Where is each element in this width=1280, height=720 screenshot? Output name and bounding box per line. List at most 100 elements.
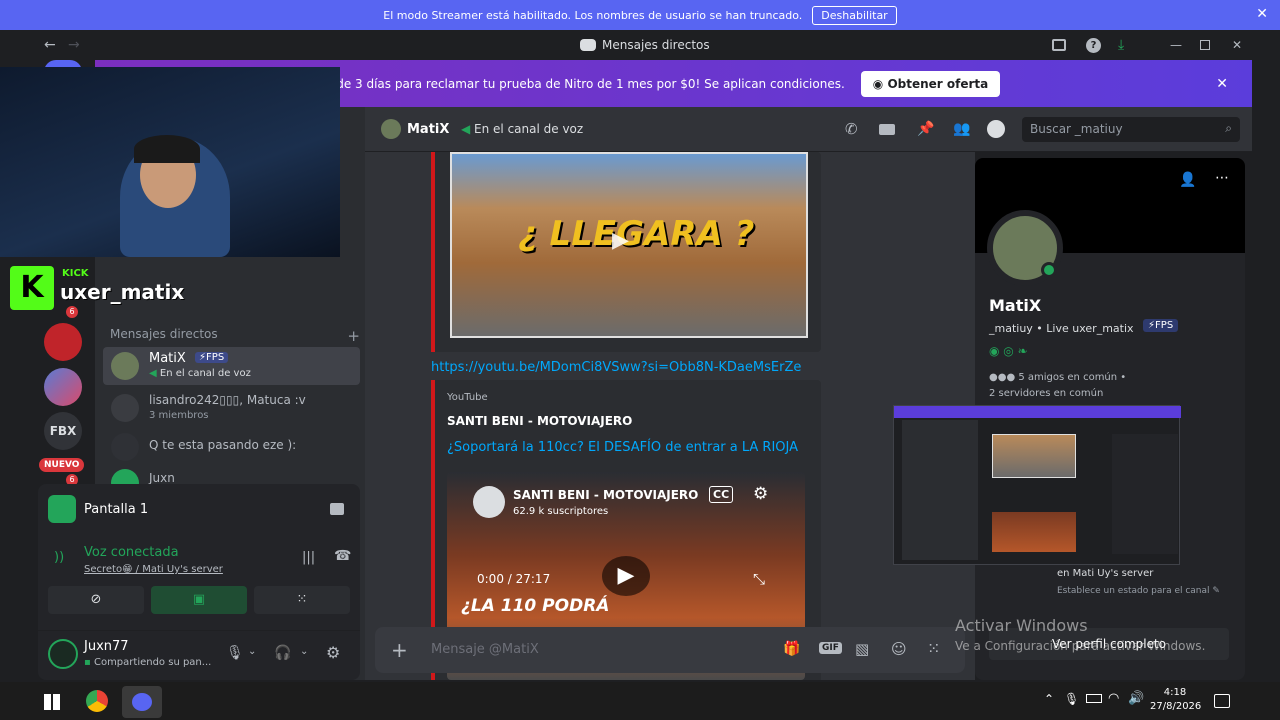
gear-icon[interactable]: ⚙ — [753, 484, 768, 504]
share-screen-button[interactable]: ▣ — [151, 586, 247, 614]
chevron-down-icon[interactable]: ⌄ — [248, 646, 256, 657]
play-icon[interactable]: ▶ — [612, 228, 629, 253]
gift-icon[interactable]: 🎁 — [783, 641, 800, 657]
back-arrow-icon[interactable]: ← — [44, 37, 56, 53]
search-input[interactable]: Buscar _matiuy ⌕ — [1022, 117, 1240, 142]
user-profile-icon[interactable] — [987, 120, 1005, 138]
dm-item-sub: 3 miembros — [149, 410, 209, 421]
profile-username-label: _matiuy — [989, 322, 1033, 335]
activities-button[interactable]: ⁙ — [254, 586, 350, 614]
message-link[interactable]: https://youtu.be/MDomCi8VSww?si=Obb8N-KD… — [431, 360, 801, 375]
noise-suppression-icon[interactable]: ||| — [302, 550, 315, 565]
embed-provider: YouTube — [447, 392, 488, 403]
embed-title[interactable]: ¿Soportará la 110cc? El DESAFÍO de entra… — [447, 440, 798, 455]
add-friend-icon[interactable]: 👥 — [953, 121, 970, 137]
dm-header-label: Mensajes directos — [110, 327, 218, 341]
get-offer-button[interactable]: ◉ Obtener oferta — [860, 70, 1001, 97]
server-label: FBX — [49, 424, 77, 438]
emoji-icon[interactable]: ☺ — [891, 640, 907, 658]
windows-start-icon[interactable] — [44, 694, 60, 710]
dm-item-name: Q te esta pasando eze ): — [149, 438, 297, 452]
window-titlebar: ← → Mensajes directos ? ⤓ — ✕ — [30, 30, 1252, 60]
fullscreen-icon[interactable]: ⤡ — [753, 570, 765, 588]
screen-share-header: Pantalla 1 — [48, 494, 350, 524]
dm-item-group[interactable]: lisandro242▯▯▯, Matuca :v 3 miembros — [103, 389, 360, 427]
clock[interactable]: 4:18 27/8/2026 — [1150, 687, 1201, 712]
video-thumbnail[interactable]: ¿ LLEGARA ? ▶ — [450, 152, 808, 338]
activity-status[interactable]: Establece un estado para el canal ✎ — [1057, 586, 1220, 596]
dm-item-name: MatiX — [149, 351, 186, 366]
mic-tray-icon[interactable]: 🎙 — [1064, 692, 1079, 706]
get-offer-label: Obtener oferta — [887, 76, 989, 91]
chevron-down-icon[interactable]: ⌄ — [300, 646, 308, 657]
stop-stream-icon[interactable] — [330, 503, 344, 515]
dm-item-eze[interactable]: Q te esta pasando eze ): — [103, 431, 360, 461]
camera-button[interactable]: ⊘ — [48, 586, 144, 614]
maximize-icon[interactable] — [1200, 40, 1210, 50]
pin-icon[interactable]: 📌 — [917, 121, 934, 137]
captions-label: CC — [713, 488, 730, 501]
fps-badge: ⚡FPS — [1143, 319, 1179, 332]
server-icon[interactable] — [44, 368, 82, 406]
video-call-icon[interactable] — [879, 123, 895, 135]
notification-icon[interactable] — [1214, 694, 1230, 708]
gear-icon[interactable]: ⚙ — [326, 643, 340, 662]
call-icon[interactable]: ✆ — [845, 120, 858, 138]
embed-author[interactable]: SANTI BENI - MOTOVIAJERO — [447, 414, 632, 428]
forward-arrow-icon[interactable]: → — [68, 37, 80, 53]
dm-item-matix[interactable]: MatiX ⚡FPS ◀ En el canal de voz — [103, 347, 360, 385]
apps-icon[interactable]: ⁙ — [927, 639, 940, 658]
screen-share-icon — [48, 495, 76, 523]
mutual-servers[interactable]: 2 servidores en común — [989, 388, 1103, 399]
close-icon[interactable]: ✕ — [1256, 6, 1268, 22]
in-voice-indicator: ◀ En el canal de voz — [461, 122, 583, 136]
add-dm-icon[interactable]: + — [347, 327, 360, 345]
server-fbx[interactable]: FBX — [44, 412, 82, 450]
user-status: ▪ Compartiendo su pan... — [84, 657, 211, 668]
close-icon[interactable]: ✕ — [1216, 76, 1228, 92]
camera-off-icon: ⊘ — [90, 592, 102, 607]
disable-streamer-button[interactable]: Deshabilitar — [812, 5, 897, 25]
preview-video — [992, 512, 1076, 552]
captions-button[interactable]: CC — [709, 486, 734, 503]
chevron-up-icon[interactable]: ⌃ — [1044, 692, 1054, 706]
avatar — [111, 433, 139, 461]
chrome-icon[interactable] — [86, 690, 108, 712]
mutual-friends[interactable]: ●●● 5 amigos en común • — [989, 372, 1126, 383]
minimize-icon[interactable]: — — [1170, 38, 1182, 52]
more-options-icon[interactable]: ⋯ — [1215, 170, 1229, 186]
volume-icon[interactable]: 🔊 — [1128, 691, 1144, 706]
search-icon: ⌕ — [1225, 121, 1232, 135]
preview-topbar — [894, 406, 1181, 418]
user-panel: Juxn77 ▪ Compartiendo su pan... 🎙 ⌄ 🎧 ⌄ … — [38, 630, 360, 680]
inbox-icon[interactable] — [1052, 39, 1066, 51]
voice-channel-link[interactable]: Secreto😁 / Mati Uy's server — [84, 564, 223, 575]
disconnect-icon[interactable]: ☎ — [334, 548, 351, 564]
wifi-icon[interactable]: ◠ — [1108, 691, 1119, 706]
stream-preview[interactable] — [893, 405, 1181, 565]
online-status — [1041, 262, 1057, 278]
close-window-icon[interactable]: ✕ — [1232, 38, 1242, 52]
profile-live-label: Live uxer_matix — [1046, 322, 1134, 335]
help-icon[interactable]: ? — [1086, 37, 1101, 53]
headphones-icon[interactable]: 🎧 — [274, 645, 291, 661]
discord-taskbar-icon[interactable] — [122, 686, 162, 718]
streamer-hair — [134, 135, 200, 163]
gif-button[interactable]: GIF — [819, 642, 842, 654]
play-button[interactable]: ▶ — [602, 556, 650, 596]
add-attachment-icon[interactable]: + — [391, 638, 408, 662]
video-subs: 62.9 k suscriptores — [513, 506, 609, 517]
user-status-label: Compartiendo su pan... — [93, 657, 212, 668]
message-input[interactable]: + Mensaje @MatiX 🎁 GIF ▧ ☺ ⁙ — [375, 627, 965, 673]
battery-icon[interactable] — [1086, 694, 1102, 703]
dm-header: Mensajes directos + — [110, 327, 360, 345]
dm-item-sub: ◀ En el canal de voz — [149, 368, 251, 379]
avatar[interactable] — [48, 639, 78, 669]
add-friend-icon[interactable]: 👤 — [1179, 172, 1196, 188]
preview-profile — [1112, 434, 1178, 554]
download-icon[interactable]: ⤓ — [1118, 37, 1124, 53]
sticker-icon[interactable]: ▧ — [855, 640, 869, 658]
mic-icon[interactable]: 🎙 — [226, 645, 244, 661]
preview-thumb — [992, 434, 1076, 478]
server-icon[interactable] — [44, 323, 82, 361]
